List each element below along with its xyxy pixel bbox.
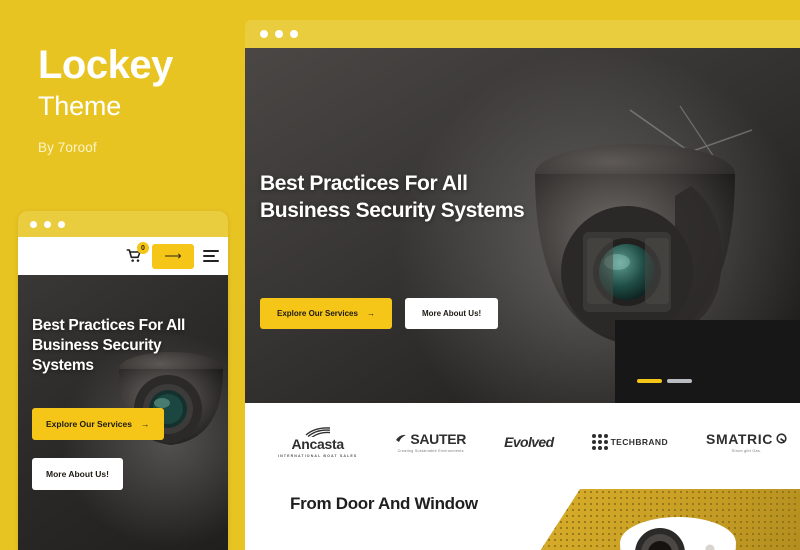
desktop-hero-heading: Best Practices For All Business Security… — [260, 172, 525, 223]
window-dot-close-icon[interactable] — [260, 30, 268, 38]
feature-heading: From Door And Window — [290, 494, 478, 513]
client-logos-strip: Ancasta INTERNATIONAL BOAT SALES SAUTER … — [245, 403, 800, 481]
logo-techbrand-name: TECHBRAND — [610, 436, 669, 447]
mobile-window-titlebar — [18, 211, 228, 237]
mobile-site-navbar: 0 ⟶ — [18, 237, 228, 275]
window-dot-maximize-icon[interactable] — [58, 220, 65, 228]
logo-smatric-row: SMATRIC — [706, 432, 787, 446]
mobile-explore-services-button[interactable]: Explore Our Services → — [32, 408, 164, 440]
logo-ancasta: Ancasta INTERNATIONAL BOAT SALES — [278, 426, 357, 458]
window-dot-close-icon[interactable] — [30, 220, 37, 228]
logo-ancasta-tagline: INTERNATIONAL BOAT SALES — [278, 454, 358, 458]
hamburger-menu-icon[interactable] — [203, 250, 219, 262]
feature-section: From Door And Window — [245, 481, 800, 550]
image-corner-cut — [540, 489, 580, 550]
logo-sauter-tagline: Creating Sustainable Environments — [397, 448, 464, 453]
desktop-site-body: Best Practices For All Business Security… — [245, 48, 800, 550]
screenshot-stage: Lockey Theme By 7oroof 0 ⟶ Best Practice… — [0, 0, 800, 550]
logo-smatric-name: SMATRIC — [706, 430, 773, 447]
leaf-swoosh-icon — [396, 434, 407, 442]
explore-services-label: Explore Our Services — [277, 309, 358, 318]
slider-indicator-active[interactable] — [637, 379, 662, 383]
promo-byline: By 7oroof — [38, 139, 97, 155]
hero-slider-panel — [615, 320, 800, 403]
logo-evolved-name: Evolved — [504, 434, 554, 450]
logo-sauter-row: SAUTER — [395, 432, 466, 446]
promo-subtitle: Theme — [38, 91, 122, 121]
arrow-right-icon: → — [366, 309, 375, 318]
logo-sauter: SAUTER Creating Sustainable Environments — [395, 432, 466, 453]
mobile-more-about-us-button[interactable]: More About Us! — [32, 458, 123, 490]
window-dot-maximize-icon[interactable] — [290, 30, 298, 38]
slider-indicator-inactive[interactable] — [667, 379, 692, 383]
promo-block: Lockey Theme By 7oroof — [38, 44, 238, 155]
white-dome-camera-image — [620, 517, 736, 550]
logo-smatric-tagline: Strom gibt Gas. — [731, 448, 762, 453]
dot-grid-icon — [591, 434, 608, 450]
page-title: Lockey — [38, 43, 173, 87]
desktop-window-titlebar — [245, 20, 800, 48]
window-control-dots — [30, 220, 65, 228]
window-control-dots — [260, 30, 298, 38]
logo-techbrand-row: TECHBRAND — [591, 434, 669, 450]
circle-letter-icon — [776, 433, 787, 444]
desktop-hero-buttons: Explore Our Services → More About Us! — [260, 298, 499, 329]
arrow-right-icon: ⟶ — [164, 249, 182, 263]
mobile-hero-section: Best Practices For All Business Security… — [18, 275, 228, 550]
arrow-right-icon: → — [141, 419, 150, 429]
logo-smatric: SMATRIC Strom gibt Gas. — [706, 432, 787, 453]
cart-count-badge: 0 — [137, 242, 149, 254]
logo-ancasta-name: Ancasta — [291, 436, 344, 452]
desktop-mockup-window: Best Practices For All Business Security… — [245, 20, 800, 550]
slider-indicators — [637, 379, 692, 383]
mobile-hero-heading: Best Practices For All Business Security… — [32, 317, 186, 374]
more-about-us-button[interactable]: More About Us! — [404, 298, 499, 329]
window-dot-minimize-icon[interactable] — [44, 220, 51, 228]
cart-icon[interactable]: 0 — [125, 242, 149, 265]
feature-image — [540, 489, 800, 550]
window-dot-minimize-icon[interactable] — [275, 30, 283, 38]
logo-evolved: Evolved — [504, 435, 554, 449]
mobile-nav-arrow-button[interactable]: ⟶ — [152, 243, 194, 269]
mobile-explore-services-label: Explore Our Services — [46, 419, 132, 429]
logo-sauter-name: SAUTER — [410, 430, 467, 447]
mobile-mockup-window: 0 ⟶ Best Practices For All Business Secu… — [18, 211, 228, 550]
desktop-hero-section: Best Practices For All Business Security… — [245, 48, 800, 403]
explore-services-button[interactable]: Explore Our Services → — [260, 298, 392, 329]
logo-techbrand: TECHBRAND — [591, 434, 669, 450]
